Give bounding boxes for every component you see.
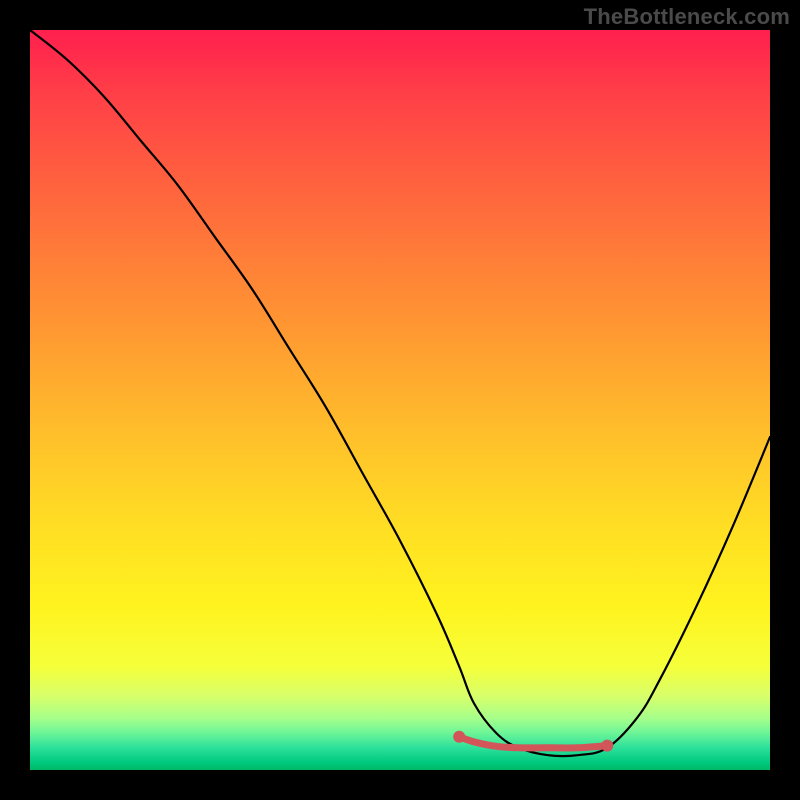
plot-area [30, 30, 770, 770]
chart-frame: TheBottleneck.com [0, 0, 800, 800]
watermark-text: TheBottleneck.com [584, 4, 790, 30]
marker-right-dot [601, 740, 613, 752]
optimal-band-path [459, 737, 607, 748]
bottleneck-curve-path [30, 30, 770, 756]
curve-layer [30, 30, 770, 770]
marker-left-dot [453, 731, 465, 743]
